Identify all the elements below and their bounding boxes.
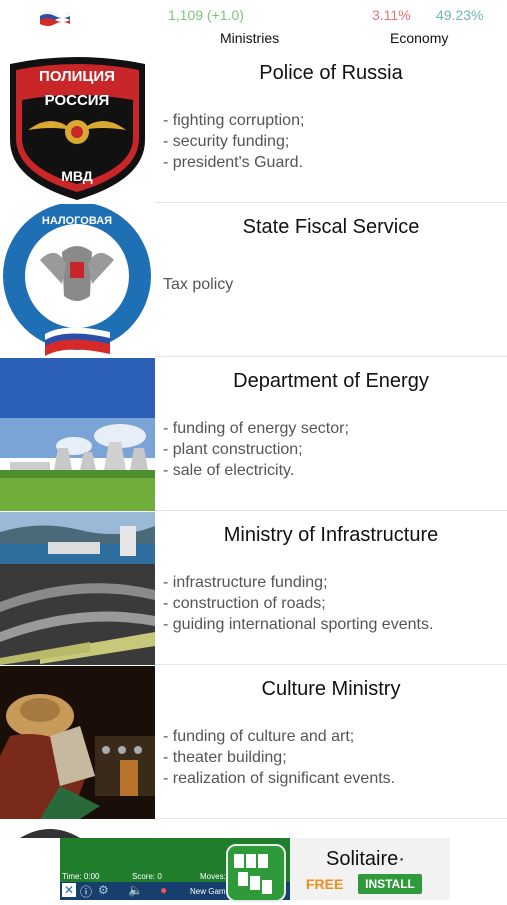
police-emblem-icon: ПОЛИЦИЯ РОССИЯ МВД [0, 50, 155, 203]
description-line: - realization of significant events. [163, 770, 396, 787]
ad-banner[interactable]: Time: 0:00 Score: 0 Moves: ✕ ⓘ ⚙ 🔈 ● New… [60, 838, 450, 902]
description-line: - plant construction; [163, 441, 303, 458]
ad-game-score: Score: 0 [132, 872, 162, 881]
ministry-row-energy[interactable]: Department of Energy - funding of energy… [0, 358, 507, 511]
ministry-row-infrastructure[interactable]: Ministry of Infrastructure - infrastruct… [0, 512, 507, 665]
description-line: - guiding international sporting events. [163, 616, 434, 633]
row-divider [155, 356, 507, 357]
description-line: - funding of culture and art; [163, 728, 355, 745]
info-icon[interactable]: ⓘ [80, 883, 92, 900]
ministry-description: - fighting corruption; - security fundin… [163, 110, 304, 173]
description-line: Tax policy [163, 276, 234, 293]
svg-text:РОССИЯ: РОССИЯ [45, 92, 110, 109]
russia-flag-icon [40, 10, 70, 26]
gear-icon: ⚙ [98, 883, 109, 897]
economy-label: Economy [390, 30, 449, 46]
row-divider [155, 202, 507, 203]
svg-text:НАЛОГОВАЯ: НАЛОГОВАЯ [42, 215, 112, 227]
ministry-title: Department of Energy [233, 370, 429, 392]
ministry-title: Culture Ministry [261, 678, 401, 700]
install-button[interactable]: INSTALL [358, 874, 422, 894]
solitaire-app-icon [226, 844, 286, 902]
ministry-description: - infrastructure funding; - construction… [163, 572, 433, 635]
ad-game-time: Time: 0:00 [62, 872, 100, 881]
next-row-peek [0, 820, 155, 838]
stats-header: 1,109 (+1.0) Ministries 3.11% 49.23% Eco… [0, 0, 507, 50]
row-divider [155, 818, 507, 819]
ministry-row-culture[interactable]: Culture Ministry - funding of culture an… [0, 666, 507, 819]
ministries-value: 1,109 (+1.0) [168, 7, 244, 23]
ministry-row-police[interactable]: ПОЛИЦИЯ РОССИЯ МВД Police of Russia - fi… [0, 50, 507, 203]
culture-image [0, 666, 155, 819]
description-line: - fighting corruption; [163, 112, 305, 129]
svg-text:МВД: МВД [61, 168, 93, 184]
tax-service-emblem-icon: НАЛОГОВАЯ [0, 204, 155, 357]
ministry-title: State Fiscal Service [242, 216, 420, 238]
description-line: - infrastructure funding; [163, 574, 328, 591]
close-icon[interactable]: ✕ [62, 883, 76, 897]
svg-text:ПОЛИЦИЯ: ПОЛИЦИЯ [39, 68, 115, 85]
ministries-label: Ministries [220, 30, 280, 46]
color-wheel-icon: ● [160, 883, 168, 897]
description-line: - sale of electricity. [163, 462, 295, 479]
row-divider [155, 510, 507, 511]
description-line: - funding of energy sector; [163, 420, 349, 437]
description-line: - president's Guard. [163, 154, 304, 171]
ad-title: Solitaire· [326, 848, 405, 870]
ministry-description: - funding of culture and art; - theater … [163, 726, 395, 789]
ministry-description: Tax policy [163, 274, 233, 295]
row-divider [155, 664, 507, 665]
ad-game-new: New Game [190, 887, 231, 896]
description-line: - construction of roads; [163, 595, 326, 612]
power-plant-image [0, 358, 155, 511]
ministry-title: Ministry of Infrastructure [223, 524, 439, 546]
ad-game-moves: Moves: [200, 872, 226, 881]
economy-change: 3.11% [372, 7, 411, 23]
ministry-description: - funding of energy sector; - plant cons… [163, 418, 349, 481]
infrastructure-image [0, 512, 155, 665]
ministry-title: Police of Russia [259, 62, 403, 84]
description-line: - security funding; [163, 133, 290, 150]
speaker-icon: 🔈 [128, 883, 143, 897]
ministry-row-fiscal[interactable]: НАЛОГОВАЯ State Fiscal Service Tax polic… [0, 204, 507, 357]
economy-value: 49.23% [436, 7, 484, 23]
description-line: - theater building; [163, 749, 287, 766]
ad-free-label: FREE [306, 876, 344, 892]
